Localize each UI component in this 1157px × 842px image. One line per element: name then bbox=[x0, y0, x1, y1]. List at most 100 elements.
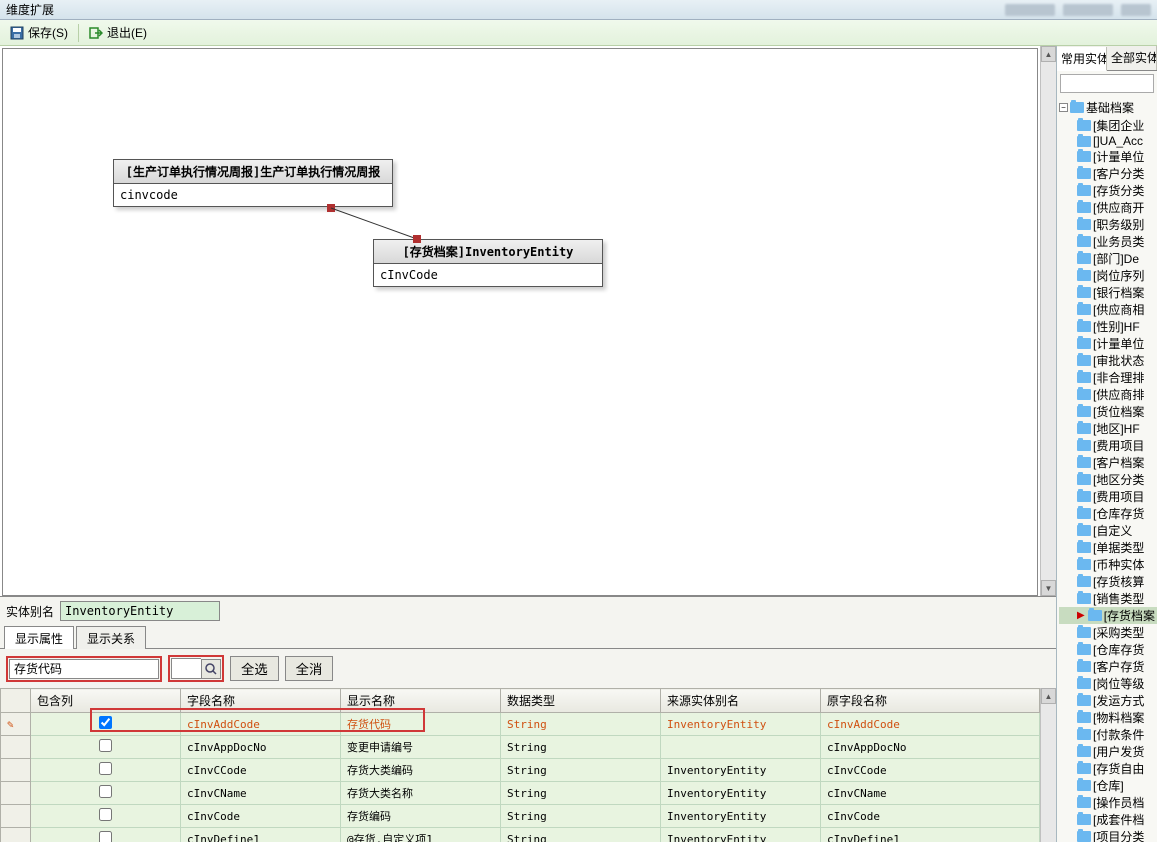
include-cell[interactable] bbox=[31, 736, 181, 759]
tab-properties[interactable]: 显示属性 bbox=[4, 626, 74, 649]
tree-item[interactable]: [供应商开 bbox=[1059, 199, 1157, 216]
properties-grid[interactable]: 包含列 字段名称 显示名称 数据类型 来源实体别名 原字段名称 ✎cInvAdd… bbox=[0, 688, 1040, 842]
tree-item[interactable]: [客户存货 bbox=[1059, 658, 1157, 675]
tree-item[interactable]: [计量单位 bbox=[1059, 148, 1157, 165]
entity-box-inventory[interactable]: [存货档案]InventoryEntity cInvCode bbox=[373, 239, 603, 287]
include-checkbox[interactable] bbox=[99, 762, 112, 775]
include-cell[interactable] bbox=[31, 805, 181, 828]
include-checkbox[interactable] bbox=[99, 739, 112, 752]
filter-input[interactable] bbox=[9, 659, 159, 679]
exit-button[interactable]: 退出(E) bbox=[83, 22, 153, 43]
save-button[interactable]: 保存(S) bbox=[4, 22, 74, 43]
tree-item[interactable]: [供应商相 bbox=[1059, 301, 1157, 318]
tree-item[interactable]: [自定义 bbox=[1059, 522, 1157, 539]
tree-item[interactable]: [部门]De bbox=[1059, 250, 1157, 267]
tree-item[interactable]: [银行档案 bbox=[1059, 284, 1157, 301]
table-row[interactable]: cInvDefine1@存货.自定义项1StringInventoryEntit… bbox=[1, 828, 1040, 842]
lookup-input[interactable] bbox=[171, 658, 201, 679]
scroll-up-icon[interactable]: ▲ bbox=[1041, 46, 1056, 62]
tree-item[interactable]: [存货核算 bbox=[1059, 573, 1157, 590]
canvas-scrollbar[interactable]: ▲ ▼ bbox=[1040, 46, 1056, 596]
tree-item[interactable]: [职务级别 bbox=[1059, 216, 1157, 233]
select-all-button[interactable]: 全选 bbox=[230, 656, 279, 681]
tree-item[interactable]: [地区]HF bbox=[1059, 420, 1157, 437]
col-orig-field[interactable]: 原字段名称 bbox=[821, 689, 1040, 713]
tab-common-entities[interactable]: 常用实体 bbox=[1057, 47, 1107, 71]
cell-display: 存货大类编码 bbox=[341, 759, 501, 782]
include-checkbox[interactable] bbox=[99, 785, 112, 798]
grid-scrollbar[interactable]: ▲ bbox=[1040, 688, 1056, 842]
tree-item[interactable]: [性别]HF bbox=[1059, 318, 1157, 335]
tree-item[interactable]: [费用项目 bbox=[1059, 437, 1157, 454]
lookup-button[interactable] bbox=[201, 659, 221, 679]
tab-all-entities[interactable]: 全部实体 bbox=[1107, 46, 1157, 70]
tree-item[interactable]: [客户档案 bbox=[1059, 454, 1157, 471]
col-field[interactable]: 字段名称 bbox=[181, 689, 341, 713]
tree-item[interactable]: [审批状态 bbox=[1059, 352, 1157, 369]
tree-item[interactable]: [客户分类 bbox=[1059, 165, 1157, 182]
tree-item[interactable]: [物料档案 bbox=[1059, 709, 1157, 726]
tree-item[interactable]: [单据类型 bbox=[1059, 539, 1157, 556]
tree-item-label: [自定义 bbox=[1093, 522, 1132, 539]
scroll-down-icon[interactable]: ▼ bbox=[1041, 580, 1056, 596]
tree-item[interactable]: [仓库存货 bbox=[1059, 641, 1157, 658]
tree-item[interactable]: [发运方式 bbox=[1059, 692, 1157, 709]
tree-item[interactable]: []UA_Acc bbox=[1059, 134, 1157, 148]
include-cell[interactable] bbox=[31, 759, 181, 782]
include-checkbox[interactable] bbox=[99, 716, 112, 729]
tree-item[interactable]: [币种实体 bbox=[1059, 556, 1157, 573]
table-row[interactable]: ✎cInvAddCode存货代码StringInventoryEntitycIn… bbox=[1, 713, 1040, 736]
tree-item-label: [成套件档 bbox=[1093, 811, 1144, 828]
tree-item[interactable]: [岗位等级 bbox=[1059, 675, 1157, 692]
tree-item[interactable]: [付款条件 bbox=[1059, 726, 1157, 743]
entity-field: cInvCode bbox=[374, 264, 602, 286]
tree-item[interactable]: ▶[存货档案 bbox=[1059, 607, 1157, 624]
entity-box-report[interactable]: [生产订单执行情况周报]生产订单执行情况周报 cinvcode bbox=[113, 159, 393, 207]
alias-input[interactable] bbox=[60, 601, 220, 621]
tree-item[interactable]: [销售类型 bbox=[1059, 590, 1157, 607]
include-checkbox[interactable] bbox=[99, 831, 112, 842]
tree-item[interactable]: [岗位序列 bbox=[1059, 267, 1157, 284]
tree-item[interactable]: [仓库] bbox=[1059, 777, 1157, 794]
entity-tree[interactable]: − 基础档案 [集团企业[]UA_Acc[计量单位[客户分类[存货分类[供应商开… bbox=[1057, 96, 1157, 842]
collapse-icon[interactable]: − bbox=[1059, 103, 1068, 112]
tree-item[interactable]: [集团企业 bbox=[1059, 117, 1157, 134]
tab-relations[interactable]: 显示关系 bbox=[76, 626, 146, 649]
include-cell[interactable] bbox=[31, 713, 181, 736]
tree-item[interactable]: [成套件档 bbox=[1059, 811, 1157, 828]
col-display[interactable]: 显示名称 bbox=[341, 689, 501, 713]
tree-item[interactable]: [项目分类 bbox=[1059, 828, 1157, 842]
tree-item[interactable]: [费用项目 bbox=[1059, 488, 1157, 505]
tree-item[interactable]: [业务员类 bbox=[1059, 233, 1157, 250]
tree-item[interactable]: [存货自由 bbox=[1059, 760, 1157, 777]
tree-item[interactable]: [采购类型 bbox=[1059, 624, 1157, 641]
scroll-up-icon[interactable]: ▲ bbox=[1041, 688, 1056, 704]
clear-all-button[interactable]: 全消 bbox=[285, 656, 334, 681]
tree-item[interactable]: [存货分类 bbox=[1059, 182, 1157, 199]
browser-search-input[interactable] bbox=[1060, 74, 1154, 93]
connector-handle[interactable] bbox=[413, 235, 421, 243]
tree-item[interactable]: [计量单位 bbox=[1059, 335, 1157, 352]
tree-item[interactable]: [操作员档 bbox=[1059, 794, 1157, 811]
include-checkbox[interactable] bbox=[99, 808, 112, 821]
include-cell[interactable] bbox=[31, 828, 181, 842]
include-cell[interactable] bbox=[31, 782, 181, 805]
cell-orig: cInvCode bbox=[821, 805, 1040, 828]
folder-icon bbox=[1077, 270, 1091, 281]
tree-item[interactable]: [供应商排 bbox=[1059, 386, 1157, 403]
col-src-entity[interactable]: 来源实体别名 bbox=[661, 689, 821, 713]
folder-icon bbox=[1077, 440, 1091, 451]
tree-item[interactable]: [货位档案 bbox=[1059, 403, 1157, 420]
table-row[interactable]: cInvCCode存货大类编码StringInventoryEntitycInv… bbox=[1, 759, 1040, 782]
table-row[interactable]: cInvAppDocNo变更申请编号StringcInvAppDocNo bbox=[1, 736, 1040, 759]
tree-item[interactable]: [地区分类 bbox=[1059, 471, 1157, 488]
col-dtype[interactable]: 数据类型 bbox=[501, 689, 661, 713]
tree-root[interactable]: − 基础档案 bbox=[1059, 98, 1157, 117]
tree-item[interactable]: [仓库存货 bbox=[1059, 505, 1157, 522]
tree-item[interactable]: [非合理排 bbox=[1059, 369, 1157, 386]
diagram-canvas[interactable]: [生产订单执行情况周报]生产订单执行情况周报 cinvcode [存货档案]In… bbox=[2, 48, 1038, 596]
tree-item[interactable]: [用户发货 bbox=[1059, 743, 1157, 760]
table-row[interactable]: cInvCode存货编码StringInventoryEntitycInvCod… bbox=[1, 805, 1040, 828]
col-include[interactable]: 包含列 bbox=[31, 689, 181, 713]
table-row[interactable]: cInvCName存货大类名称StringInventoryEntitycInv… bbox=[1, 782, 1040, 805]
